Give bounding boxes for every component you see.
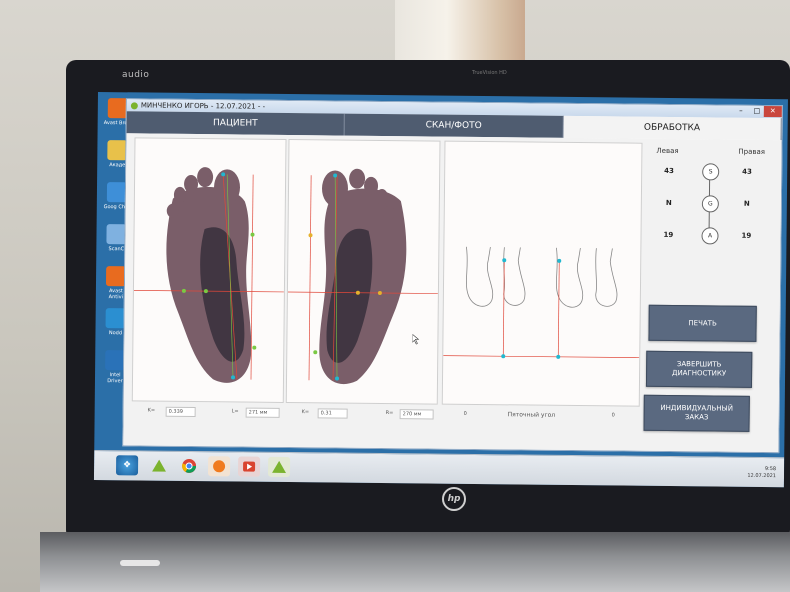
custom-order-button[interactable]: ИНДИВИДУАЛЬНЫЙ ЗАКАЗ xyxy=(643,394,750,432)
app-a-2-icon xyxy=(272,460,287,473)
size-right-s: 43 xyxy=(742,167,752,176)
heel-outlines xyxy=(466,246,618,308)
heel-marker-left-top xyxy=(502,258,507,263)
left-foot-shape xyxy=(166,167,252,383)
taskbar-avast[interactable] xyxy=(207,456,231,477)
heel-marker-right-bottom xyxy=(556,354,561,359)
tab-processing[interactable]: ОБРАБОТКА xyxy=(563,115,782,141)
windows-logo-icon: ❖ xyxy=(122,460,132,471)
k-right-label: K= xyxy=(301,409,310,416)
left-marker-lateral-heel xyxy=(252,345,257,350)
power-indicator xyxy=(120,560,160,566)
print-button-label: ПЕЧАТЬ xyxy=(688,318,717,327)
taskbar-app-a[interactable] xyxy=(148,456,170,476)
brand-label: audio xyxy=(122,70,150,80)
minimize-button[interactable]: – xyxy=(734,106,748,117)
heel-angle-label: Пяточный угол xyxy=(507,411,556,419)
l-label: L= xyxy=(231,408,239,415)
heel-axis-right xyxy=(557,260,560,357)
right-header: Правая xyxy=(738,147,766,156)
hp-logo: hp xyxy=(442,487,466,511)
r-field[interactable]: 270 мм xyxy=(399,409,434,420)
order-line-2: ЗАКАЗ xyxy=(684,413,709,422)
side-panel: Левая Правая 43 S 43 N G N 19 A 19 ПЕЧАТ… xyxy=(643,143,776,432)
tab-scan-photo[interactable]: СКАН/ФОТО xyxy=(344,113,564,138)
processing-content: K= 0.339 L= 271 мм K= 0.31 R= 270 мм 0 П… xyxy=(123,133,782,453)
size-code-g: G xyxy=(701,195,719,213)
finish-line-1: ЗАВЕРШИТЬ xyxy=(676,360,722,369)
r-label: R= xyxy=(385,410,394,417)
left-foot-panel xyxy=(131,137,287,403)
video-icon xyxy=(243,461,256,472)
heel-angle-value: 0 xyxy=(611,412,615,419)
finish-line-2: ДИАГНОСТИКУ xyxy=(671,369,727,378)
start-button[interactable]: ❖ xyxy=(115,455,139,476)
order-line-1: ИНДИВИДУАЛЬНЫЙ xyxy=(660,403,734,413)
k-right-field[interactable]: 0.31 xyxy=(317,408,348,419)
maximize-button[interactable]: □ xyxy=(750,106,764,117)
right-marker-lateral xyxy=(308,233,313,238)
app-window: МИНЧЕНКО ИГОРЬ - 12.07.2021 - - – □ ✕ ПА… xyxy=(122,98,783,454)
avast-icon xyxy=(213,460,226,473)
right-foot-panel xyxy=(285,138,441,405)
right-foot-scan xyxy=(287,168,438,385)
heel-angle-panel xyxy=(441,140,643,407)
heel-baseline xyxy=(443,355,640,359)
k-left-field[interactable]: 0.339 xyxy=(165,406,196,418)
measurement-row: K= 0.339 L= 271 мм K= 0.31 R= 270 мм 0 П… xyxy=(124,400,624,425)
heel-marker-right-top xyxy=(557,258,562,263)
tray-date: 12.07.2021 xyxy=(747,472,777,480)
right-marker-lateral-heel xyxy=(313,350,318,355)
webcam-label: TrueVision HD xyxy=(472,70,507,76)
right-guide-edge xyxy=(308,175,312,381)
size-left-a: 19 xyxy=(663,230,674,240)
heel-axis-left xyxy=(502,260,505,357)
tab-patient[interactable]: ПАЦИЕНТ xyxy=(126,111,346,136)
print-button[interactable]: ПЕЧАТЬ xyxy=(648,304,757,342)
system-tray[interactable]: 9:58 12.07.2021 xyxy=(747,466,776,480)
size-code-a: A xyxy=(701,227,719,245)
laptop-screen: Avast Brow Акаде Goog Chro ScanC Avast Antiv… xyxy=(93,92,788,488)
mouse-cursor-icon xyxy=(412,334,420,345)
k-left-label: K= xyxy=(147,407,156,414)
size-left-s: 43 xyxy=(664,166,674,176)
taskbar-chrome[interactable] xyxy=(178,456,200,476)
right-foot-shape xyxy=(319,168,407,385)
heel-angle-diagram xyxy=(443,246,640,359)
app-a-icon xyxy=(152,459,167,472)
size-right-g: N xyxy=(743,199,750,208)
finish-diagnostics-button[interactable]: ЗАВЕРШИТЬ ДИАГНОСТИКУ xyxy=(645,350,753,388)
close-button[interactable]: ✕ xyxy=(763,105,782,118)
taskbar-app-a-2[interactable] xyxy=(267,456,291,478)
chrome-icon xyxy=(182,458,197,473)
taskbar-video[interactable] xyxy=(237,456,261,477)
heel-zero-value: 0 xyxy=(463,410,467,417)
window-title: МИНЧЕНКО ИГОРЬ - 12.07.2021 - - xyxy=(140,101,266,111)
size-left-g: N xyxy=(665,198,672,208)
left-header: Левая xyxy=(656,146,679,156)
left-marker-lateral xyxy=(250,232,255,237)
app-logo-icon xyxy=(130,101,138,109)
size-code-s: S xyxy=(702,163,720,181)
l-field[interactable]: 271 мм xyxy=(245,407,280,418)
size-right-a: 19 xyxy=(741,231,752,240)
left-foot-scan xyxy=(133,167,284,383)
heel-marker-left-bottom xyxy=(501,354,506,359)
